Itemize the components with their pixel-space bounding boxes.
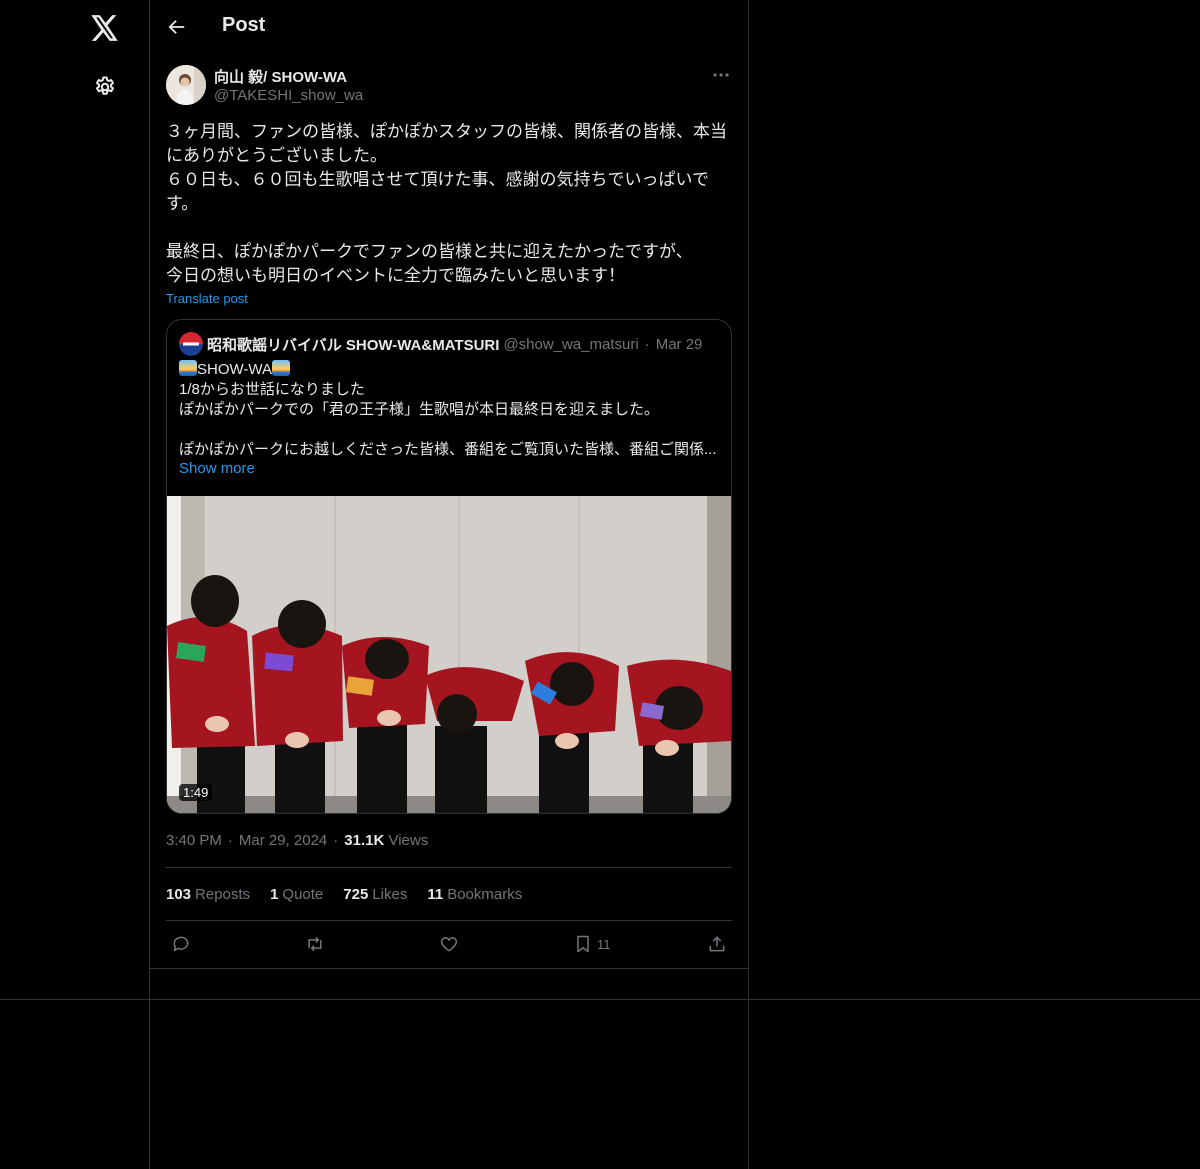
show-more-link[interactable]: Show more: [179, 460, 255, 477]
bookmarks-label: Bookmarks: [447, 886, 523, 903]
heart-icon: [440, 937, 458, 952]
divider: [166, 867, 732, 868]
share-icon: [709, 936, 725, 952]
quotes-label: Quote: [282, 886, 324, 903]
quoted-author-name[interactable]: 昭和歌謡リバイバル SHOW-WA&MATSURI: [207, 334, 499, 355]
separator-dot: ·: [333, 832, 339, 849]
more-options-icon[interactable]: [710, 66, 732, 84]
left-nav: [0, 0, 150, 1169]
sunrise-emoji-icon: [272, 360, 290, 376]
quoted-post-header: 昭和歌謡リバイバル SHOW-WA&MATSURI @show_wa_matsu…: [179, 332, 702, 356]
engagement-stats: 103 Reposts 1 Quote 725 Likes 11 Bookmarks: [166, 886, 522, 903]
action-bar: 11: [166, 932, 732, 956]
divider: [166, 920, 732, 921]
quotes-stat[interactable]: 1 Quote: [270, 886, 323, 903]
quoted-date[interactable]: Mar 29: [656, 336, 703, 353]
main-column: Post 向山 毅/ SHOW-WA @TAKESHI_show_wa ３ヶ月間…: [150, 0, 749, 1169]
app-root: Post 向山 毅/ SHOW-WA @TAKESHI_show_wa ３ヶ月間…: [0, 0, 1200, 1169]
reply-button[interactable]: [171, 932, 191, 956]
sunrise-emoji-icon: [179, 360, 197, 376]
likes-label: Likes: [372, 886, 408, 903]
quoted-text-line: 1/8からお世話になりました: [179, 381, 365, 398]
author-handle[interactable]: @TAKESHI_show_wa: [214, 87, 363, 104]
post-text: ３ヶ月間、ファンの皆様、ぽかぽかスタッフの皆様、関係者の皆様、本当にありがとうご…: [166, 120, 732, 288]
quoted-text-line: ぽかぽかパークにお越しくださった皆様、番組をご覧頂いた皆様、番組ご関係...: [179, 441, 717, 458]
quotes-count: 1: [270, 886, 279, 903]
share-button[interactable]: [707, 932, 727, 956]
quoted-text-line: ぽかぽかパークでの「君の王子様」生歌唱が本日最終日を迎えました。: [179, 401, 660, 418]
divider: [0, 999, 1200, 1000]
post-meta: 3:40 PM · Mar 29, 2024 · 31.1K Views: [166, 832, 428, 849]
views-label: Views: [388, 832, 429, 849]
reposts-stat[interactable]: 103 Reposts: [166, 886, 250, 903]
quoted-text-line: [179, 420, 719, 440]
reposts-count: 103: [166, 886, 192, 903]
arrow-left-icon[interactable]: [164, 14, 190, 40]
reposts-label: Reposts: [195, 886, 251, 903]
reply-icon: [173, 936, 189, 952]
separator-dot: ·: [644, 335, 650, 353]
repost-icon: [308, 936, 322, 952]
post-text-line: 最終日、ぽかぽかパークでファンの皆様と共に迎えたかったですが、: [166, 242, 693, 261]
quoted-text: SHOW-WA 1/8からお世話になりました ぽかぽかパークでの「君の王子様」生…: [179, 360, 719, 460]
views-count: 31.1K: [344, 832, 385, 849]
quoted-avatar[interactable]: [179, 332, 203, 356]
post-time[interactable]: 3:40 PM: [166, 832, 222, 849]
x-logo-icon[interactable]: [89, 12, 121, 44]
bookmarks-count: 11: [427, 886, 444, 903]
likes-stat[interactable]: 725 Likes: [343, 886, 407, 903]
bookmark-button[interactable]: 11: [573, 932, 611, 956]
video-player[interactable]: 1:49: [167, 496, 731, 813]
post-text-line: 今日の想いも明日のイベントに全力で臨みたいと思います！: [166, 266, 625, 285]
like-button[interactable]: [439, 932, 459, 956]
post-text-line: ６０日も、６０回も生歌唱させて頂けた事、感謝の気持ちでいっぱいです。: [166, 170, 709, 213]
page-title: Post: [222, 14, 266, 36]
post-text-line: ３ヶ月間、ファンの皆様、ぽかぽかスタッフの皆様、関係者の皆様、本当にありがとうご…: [166, 122, 727, 165]
header-bar: Post: [150, 0, 748, 53]
quoted-title-line: SHOW-WA: [179, 360, 719, 380]
author-name[interactable]: 向山 毅/ SHOW-WA: [214, 66, 347, 87]
quoted-post[interactable]: 昭和歌謡リバイバル SHOW-WA&MATSURI @show_wa_matsu…: [166, 319, 732, 814]
likes-count: 725: [343, 886, 369, 903]
repost-button[interactable]: [305, 932, 325, 956]
divider: [150, 968, 748, 969]
post-date[interactable]: Mar 29, 2024: [239, 832, 327, 849]
separator-dot: ·: [227, 832, 233, 849]
gear-icon[interactable]: [91, 73, 119, 101]
bookmark-icon: [577, 935, 589, 953]
quoted-author-handle[interactable]: @show_wa_matsuri: [503, 336, 638, 353]
video-thumbnail: [167, 496, 731, 813]
quoted-title-text: SHOW-WA: [197, 361, 272, 378]
avatar[interactable]: [166, 65, 206, 105]
bookmark-action-count: 11: [597, 936, 611, 952]
translate-post-link[interactable]: Translate post: [166, 291, 248, 306]
post-text-line: [166, 216, 732, 240]
bookmarks-stat[interactable]: 11 Bookmarks: [427, 886, 522, 903]
video-duration: 1:49: [179, 784, 213, 801]
